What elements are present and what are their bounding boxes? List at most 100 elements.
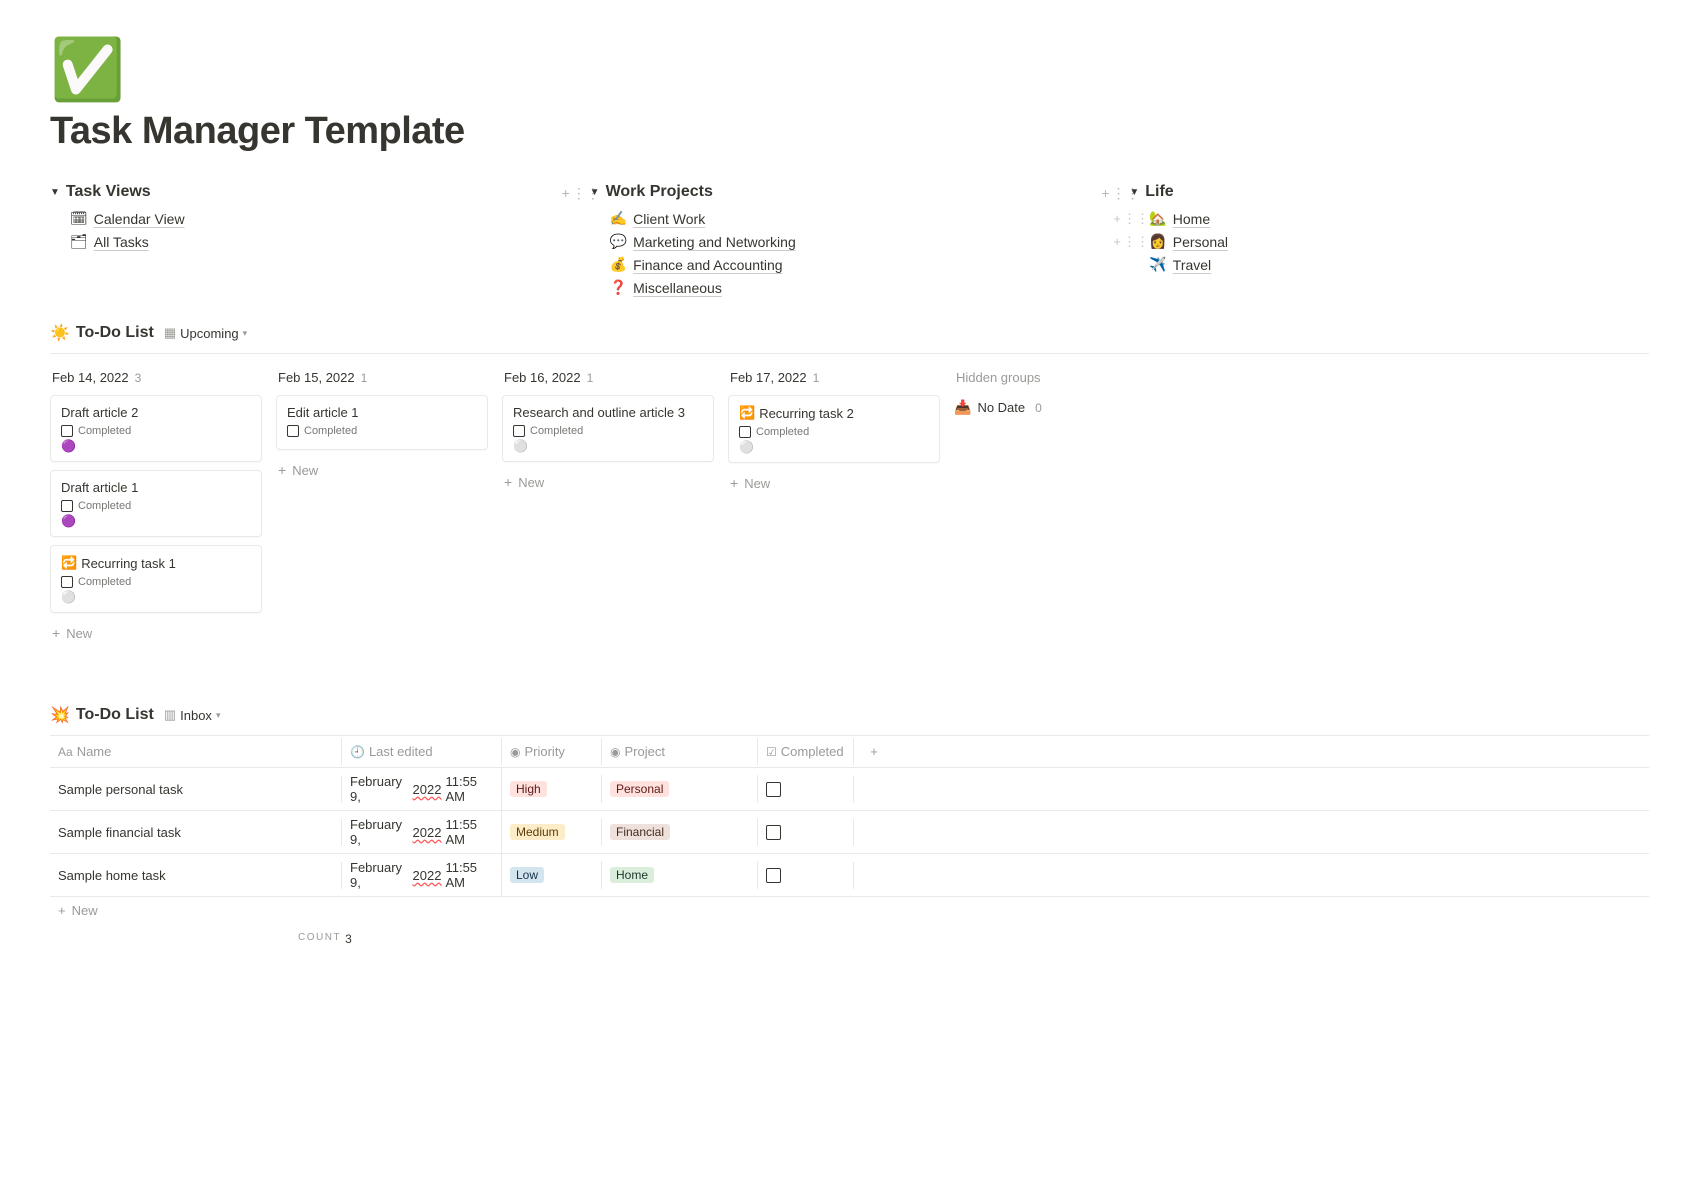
checkbox-icon[interactable]: [61, 425, 73, 437]
cell-completed[interactable]: [758, 819, 854, 846]
nav-item-client-work[interactable]: ✍️ Client Work: [610, 207, 1110, 230]
board-icon: ▦: [164, 325, 176, 341]
board: Feb 14, 20223Draft article 2Completed🟣 Dr…: [50, 353, 1649, 645]
checkbox-icon[interactable]: [61, 576, 73, 588]
col-header-completed[interactable]: ☑ Completed: [758, 738, 854, 765]
board-column-header[interactable]: Feb 16, 20221: [502, 364, 714, 395]
cell-completed[interactable]: [758, 862, 854, 889]
block-handle[interactable]: + ⋮⋮: [1113, 234, 1149, 250]
table-row[interactable]: Sample home taskFebruary 9, 2022 11:55 A…: [50, 854, 1649, 897]
board-card[interactable]: Research and outline article 3Completed⚪…: [502, 395, 714, 462]
cell-project[interactable]: Financial: [602, 818, 758, 846]
board-column-header[interactable]: Feb 15, 20221: [276, 364, 488, 395]
plus-icon[interactable]: +: [1113, 234, 1121, 250]
cell-completed[interactable]: [758, 776, 854, 803]
nav-item-calendar-view[interactable]: 🗓 Calendar View: [70, 207, 570, 230]
table-row[interactable]: Sample personal taskFebruary 9, 2022 11:…: [50, 768, 1649, 811]
clock-icon: 🕘: [350, 745, 365, 759]
board-card[interactable]: Draft article 1Completed🟣: [50, 470, 262, 537]
nav-item-label: Personal: [1173, 234, 1228, 250]
card-completed-prop[interactable]: Completed: [739, 426, 929, 438]
checkbox-icon[interactable]: [739, 426, 751, 438]
nav-heading-life[interactable]: ▼ Life: [1129, 183, 1649, 201]
add-column-button[interactable]: +: [854, 738, 894, 765]
nav-col-life: + ⋮⋮ ▼ Life + ⋮⋮ 🏡 Home + ⋮⋮ 👩: [1129, 183, 1649, 299]
cell-name[interactable]: Sample financial task: [50, 819, 342, 846]
view-label: Upcoming: [180, 326, 239, 341]
drag-handle-icon[interactable]: ⋮⋮: [572, 185, 600, 202]
nav-item-all-tasks[interactable]: 🗂 All Tasks: [70, 230, 570, 253]
col-header-project[interactable]: ◉ Project: [602, 738, 758, 765]
nav-item-finance[interactable]: 💰 Finance and Accounting: [610, 253, 1110, 276]
checkbox-icon[interactable]: [513, 425, 525, 437]
nav-heading-task-views[interactable]: ▼ Task Views: [50, 183, 570, 201]
nav-item-personal[interactable]: + ⋮⋮ 👩 Personal: [1149, 230, 1649, 253]
nav-item-marketing[interactable]: 💬 Marketing and Networking: [610, 230, 1110, 253]
plus-icon[interactable]: +: [562, 185, 570, 202]
plus-icon[interactable]: +: [1101, 185, 1109, 202]
table-row[interactable]: Sample financial taskFebruary 9, 2022 11…: [50, 811, 1649, 854]
card-completed-prop[interactable]: Completed: [287, 425, 477, 437]
nav-item-misc[interactable]: ❓ Miscellaneous: [610, 276, 1110, 299]
nav-item-home[interactable]: + ⋮⋮ 🏡 Home: [1149, 207, 1649, 230]
new-label: New: [72, 903, 98, 918]
board-hidden-column: Hidden groups📥No Date0: [954, 364, 1114, 645]
cell-priority[interactable]: Medium: [502, 818, 602, 846]
board-new-button[interactable]: +New: [728, 471, 940, 495]
drag-handle-icon[interactable]: ⋮⋮: [1123, 234, 1149, 250]
card-completed-prop[interactable]: Completed: [513, 425, 703, 437]
board-card[interactable]: 🔁Recurring task 1Completed⚪️: [50, 545, 262, 613]
col-header-last-edited[interactable]: 🕘 Last edited: [342, 738, 502, 765]
drag-handle-icon[interactable]: ⋮⋮: [1112, 185, 1140, 202]
checkbox-icon[interactable]: [766, 868, 781, 883]
drag-handle-icon[interactable]: ⋮⋮: [1123, 211, 1149, 227]
column-count: 1: [361, 371, 368, 385]
board-new-button[interactable]: +New: [276, 458, 488, 482]
cell-project[interactable]: Home: [602, 861, 758, 889]
toggle-triangle-icon[interactable]: ▼: [50, 187, 60, 198]
count-value: 3: [345, 932, 352, 946]
todo-title[interactable]: ☀️ To-Do List: [50, 323, 154, 343]
block-handle[interactable]: + ⋮⋮: [562, 185, 600, 202]
board-card[interactable]: 🔁Recurring task 2Completed⚪️: [728, 395, 940, 463]
section-title-label: To-Do List: [76, 324, 154, 342]
nav-heading-work-projects[interactable]: ▼ Work Projects: [590, 183, 1110, 201]
checkbox-icon[interactable]: [287, 425, 299, 437]
card-completed-prop[interactable]: Completed: [61, 576, 251, 588]
checkbox-icon[interactable]: [766, 825, 781, 840]
checkbox-icon[interactable]: [61, 500, 73, 512]
page-icon[interactable]: ✅: [50, 40, 1649, 100]
todo-section-head: ☀️ To-Do List ▦ Upcoming ▾: [50, 323, 1649, 343]
block-handle[interactable]: + ⋮⋮: [1101, 185, 1139, 202]
board-column-header[interactable]: Feb 14, 20223: [50, 364, 262, 395]
table-new-row-button[interactable]: + New: [50, 897, 1649, 924]
board-new-button[interactable]: +New: [50, 621, 262, 645]
board-new-button[interactable]: +New: [502, 470, 714, 494]
board-column-header[interactable]: Feb 17, 20221: [728, 364, 940, 395]
checkbox-icon[interactable]: [766, 782, 781, 797]
board-card[interactable]: Draft article 2Completed🟣: [50, 395, 262, 462]
inbox-section: 💥 To-Do List ▥ Inbox ▾ Aa Name 🕘 Last ed…: [50, 705, 1649, 954]
col-header-name[interactable]: Aa Name: [50, 738, 342, 765]
view-switcher-inbox[interactable]: ▥ Inbox ▾: [164, 707, 221, 723]
inbox-title[interactable]: 💥 To-Do List: [50, 705, 154, 725]
col-header-priority[interactable]: ◉ Priority: [502, 738, 602, 765]
hidden-group-no-date[interactable]: 📥No Date0: [954, 395, 1114, 420]
cell-priority[interactable]: High: [502, 775, 602, 803]
cell-name[interactable]: Sample personal task: [50, 776, 342, 803]
cell-name[interactable]: Sample home task: [50, 862, 342, 889]
block-handle[interactable]: + ⋮⋮: [1113, 211, 1149, 227]
cell-project[interactable]: Personal: [602, 775, 758, 803]
nav-item-travel[interactable]: ✈️ Travel: [1149, 253, 1649, 276]
board-card[interactable]: Edit article 1Completed: [276, 395, 488, 450]
card-completed-prop[interactable]: Completed: [61, 425, 251, 437]
column-count: 3: [135, 371, 142, 385]
plus-icon[interactable]: +: [1113, 211, 1121, 227]
count-label: COUNT: [298, 932, 341, 946]
card-title-text: Recurring task 1: [81, 556, 176, 571]
view-switcher-upcoming[interactable]: ▦ Upcoming ▾: [164, 325, 247, 341]
card-completed-prop[interactable]: Completed: [61, 500, 251, 512]
plus-icon: +: [504, 474, 512, 490]
cell-priority[interactable]: Low: [502, 861, 602, 889]
board-column: Feb 16, 20221Research and outline articl…: [502, 364, 714, 645]
